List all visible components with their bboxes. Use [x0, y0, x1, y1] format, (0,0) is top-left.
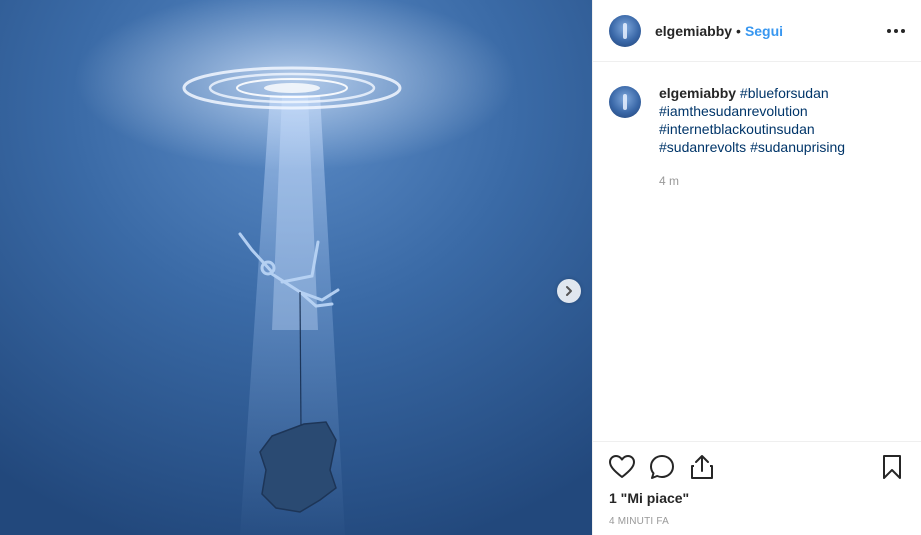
comments-section: elgemiabby #blueforsudan #iamthesudanrev… [593, 62, 921, 441]
post-sidebar: elgemiabby • Segui elgemiabby #blueforsu… [592, 0, 921, 535]
post-header: elgemiabby • Segui [593, 0, 921, 62]
heart-icon [609, 455, 635, 478]
instagram-post: elgemiabby • Segui elgemiabby #blueforsu… [0, 0, 921, 535]
bookmark-icon [883, 455, 901, 479]
caption: elgemiabby #blueforsudan #iamthesudanrev… [609, 84, 905, 190]
hashtag-link[interactable]: #iamthesudanrevolution [659, 103, 808, 119]
underwater-illustration [0, 0, 592, 535]
caption-username-link[interactable]: elgemiabby [659, 85, 736, 101]
avatar[interactable] [609, 14, 641, 47]
chevron-right-icon [566, 286, 572, 296]
comment-icon [650, 455, 674, 479]
comment-button[interactable] [649, 454, 675, 480]
hashtag-link[interactable]: #blueforsudan [740, 85, 829, 101]
share-icon [691, 455, 713, 479]
hashtag-link[interactable]: #internetblackoutinsudan [659, 121, 815, 137]
action-bar [609, 452, 905, 482]
hashtag-link[interactable]: #sudanuprising [750, 139, 845, 155]
hashtag-link[interactable]: #sudanrevolts [659, 139, 746, 155]
more-options-icon[interactable] [887, 28, 905, 33]
share-button[interactable] [689, 454, 715, 480]
likes-count[interactable]: 1 "Mi piace" [609, 490, 905, 506]
actions-area: 1 "Mi piace" 4 MINUTI FA [593, 441, 921, 535]
follow-button[interactable]: Segui [745, 23, 783, 39]
caption-body: elgemiabby #blueforsudan #iamthesudanrev… [659, 84, 879, 190]
post-image[interactable] [0, 0, 592, 535]
separator-dot: • [736, 22, 741, 39]
save-button[interactable] [879, 454, 905, 480]
next-image-button[interactable] [557, 279, 581, 303]
caption-avatar[interactable] [609, 86, 641, 118]
like-button[interactable] [609, 454, 635, 480]
username-link[interactable]: elgemiabby [655, 23, 732, 39]
post-date[interactable]: 4 MINUTI FA [609, 516, 905, 527]
caption-time[interactable]: 4 m [659, 172, 879, 190]
